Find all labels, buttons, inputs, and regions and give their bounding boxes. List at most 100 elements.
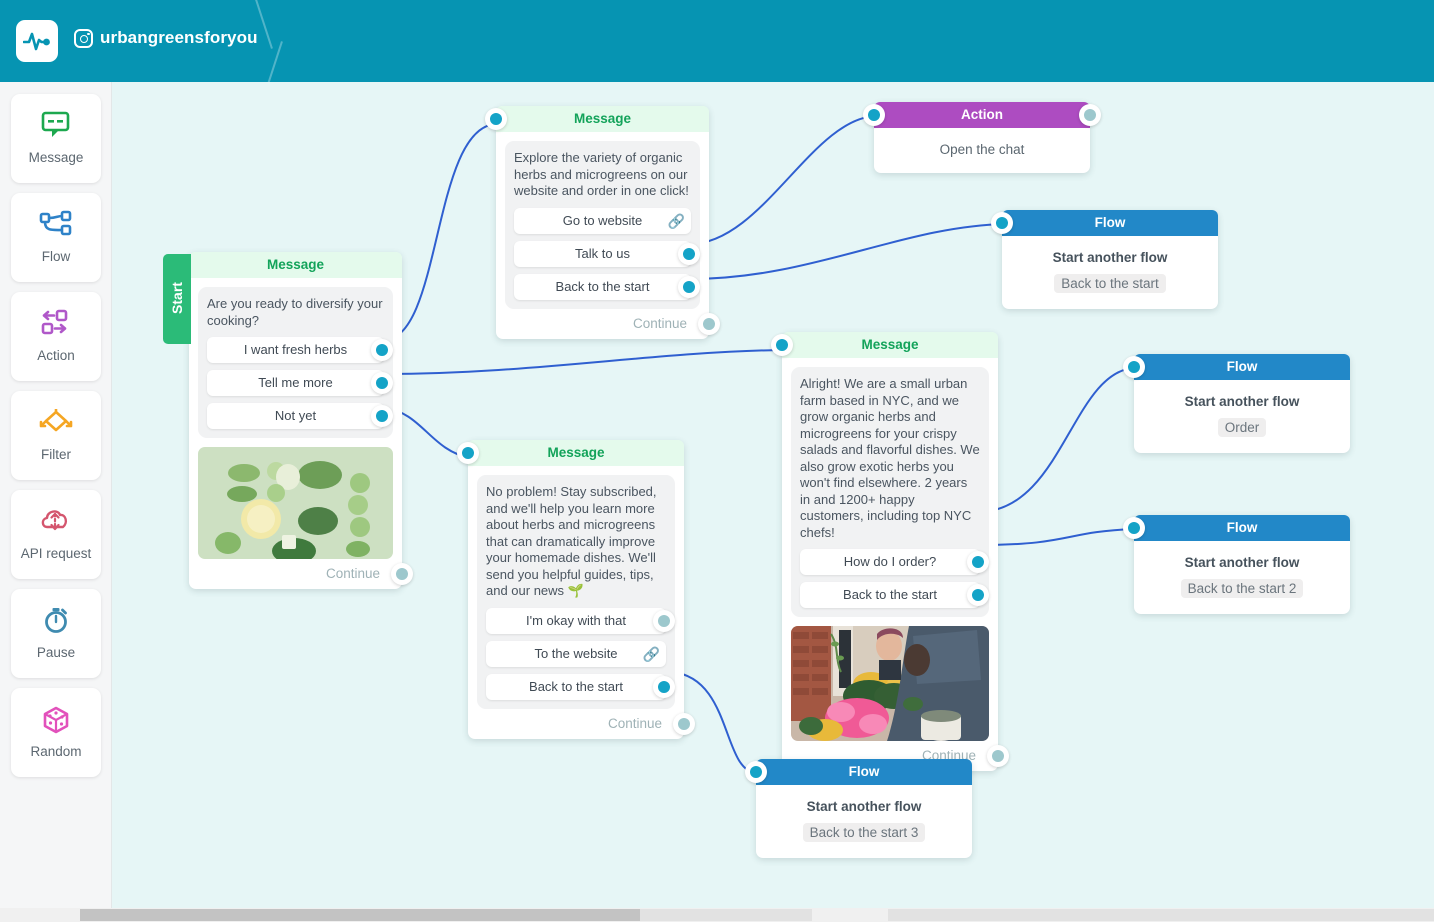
node-flow-back-to-start[interactable]: Flow Start another flow Back to the star… (991, 210, 1218, 309)
node-continue-row[interactable]: Continue (468, 709, 695, 739)
sidebar-item-label: Action (37, 348, 75, 363)
sidebar-item-label: Message (28, 150, 84, 165)
action-icon (11, 308, 101, 342)
sidebar-item-action[interactable]: Action (11, 292, 101, 381)
message-bubble: Alright! We are a small urban farm based… (791, 367, 989, 617)
quick-reply-button[interactable]: I want fresh herbs (207, 337, 393, 363)
quick-reply-button[interactable]: How do I order? (800, 549, 989, 575)
node-message-no-problem[interactable]: Message No problem! Stay subscribed, and… (457, 440, 695, 739)
instagram-dot (87, 32, 90, 35)
output-port[interactable] (678, 275, 700, 298)
quick-reply-button[interactable]: Not yet (207, 403, 393, 429)
output-port[interactable] (967, 584, 989, 606)
input-port[interactable] (991, 212, 1013, 234)
input-port[interactable] (745, 761, 767, 783)
pulse-logo-icon (23, 32, 50, 51)
output-port[interactable] (678, 242, 700, 265)
node-message-start[interactable]: Message Are you ready to diversify your … (189, 252, 413, 589)
scrollbar-track-segment[interactable] (888, 909, 1434, 921)
output-port[interactable] (371, 339, 393, 361)
sidebar-item-random[interactable]: Random (11, 688, 101, 777)
flow-target-chip[interactable]: Back to the start 3 (802, 823, 926, 842)
node-header: Message (189, 252, 402, 278)
sidebar-item-pause[interactable]: Pause (11, 589, 101, 678)
sidebar-item-filter[interactable]: Filter (11, 391, 101, 480)
sidebar-item-api-request[interactable]: API request (11, 490, 101, 579)
node-header: Flow (1002, 210, 1218, 236)
node-header: Message (496, 106, 709, 132)
start-tag: Start (163, 254, 191, 344)
input-port[interactable] (1123, 356, 1145, 378)
action-title: Open the chat (939, 142, 1025, 157)
wire-talkus-to-action (689, 115, 877, 245)
node-header: Message (468, 440, 684, 466)
node-body: Start another flow Back to the start 3 (756, 785, 972, 858)
pause-timer-icon (11, 605, 101, 639)
tool-sidebar: Message Flow Action Filter API request P… (0, 82, 112, 922)
continue-label: Continue (632, 315, 687, 331)
output-port[interactable] (371, 372, 393, 394)
scrollbar-thumb[interactable] (80, 909, 640, 921)
flow-target-chip[interactable]: Order (1217, 418, 1267, 437)
flow-target-chip[interactable]: Back to the start 2 (1180, 579, 1304, 598)
instagram-lens (79, 34, 88, 43)
output-port-continue[interactable] (987, 745, 1009, 767)
output-port[interactable] (1079, 104, 1101, 126)
flow-target-chip[interactable]: Back to the start (1054, 274, 1166, 293)
node-continue-row[interactable]: Continue (189, 559, 413, 589)
input-port[interactable] (1123, 517, 1145, 539)
quick-reply-label: Back to the start (555, 278, 650, 294)
quick-reply-button[interactable]: Talk to us (514, 240, 700, 267)
sidebar-item-message[interactable]: Message (11, 94, 101, 183)
start-tag-label: Start (169, 282, 185, 314)
quick-reply-button[interactable]: Go to website 🔗 (514, 207, 691, 234)
node-body: Start another flow Back to the start (1002, 236, 1218, 309)
quick-reply-button[interactable]: Tell me more (207, 370, 393, 396)
output-port[interactable] (967, 551, 989, 573)
node-flow-back-to-start-2[interactable]: Flow Start another flow Back to the star… (1123, 515, 1350, 614)
app-header: urbangreensforyou (0, 0, 1434, 82)
node-message-about[interactable]: Message Alright! We are a small urban fa… (771, 332, 1009, 771)
node-header: Flow (1134, 354, 1350, 380)
message-text: No problem! Stay subscribed, and we'll h… (486, 484, 661, 598)
output-port-continue[interactable] (673, 712, 695, 735)
horizontal-scrollbar[interactable] (0, 908, 1434, 922)
sidebar-item-label: Pause (36, 645, 76, 660)
node-action-open-chat[interactable]: Action Open the chat (863, 102, 1101, 173)
sidebar-item-flow[interactable]: Flow (11, 193, 101, 282)
app-logo[interactable] (16, 20, 58, 62)
output-port-continue[interactable] (698, 312, 720, 335)
input-port[interactable] (485, 108, 507, 130)
wire-backstart2-to-flow (977, 528, 1135, 546)
flow-title: Start another flow (1184, 555, 1300, 570)
quick-reply-button[interactable]: I'm okay with that (486, 607, 675, 634)
quick-reply-button[interactable]: To the website 🔗 (486, 640, 666, 667)
input-port[interactable] (771, 334, 793, 356)
input-port[interactable] (863, 104, 885, 126)
quick-reply-button[interactable]: Back to the start (514, 273, 700, 300)
node-flow-back-to-start-3[interactable]: Flow Start another flow Back to the star… (745, 759, 972, 858)
node-flow-order[interactable]: Flow Start another flow Order (1123, 354, 1350, 453)
quick-reply-label: I want fresh herbs (243, 342, 348, 357)
flow-title: Start another flow (1052, 250, 1168, 265)
scrollbar-track-segment[interactable] (640, 909, 812, 921)
node-header: Flow (756, 759, 972, 785)
node-continue-row[interactable]: Continue (496, 309, 720, 339)
output-port[interactable] (653, 609, 675, 632)
flow-canvas[interactable]: Start Message Are you ready to diversify… (112, 82, 1434, 922)
quick-reply-button[interactable]: Back to the start (800, 582, 989, 608)
message-bubble: Are you ready to diversify your cooking?… (198, 287, 393, 438)
input-port[interactable] (457, 442, 479, 464)
flow-title: Start another flow (1184, 394, 1300, 409)
sidebar-item-label: Filter (41, 447, 71, 462)
output-port[interactable] (653, 675, 675, 698)
message-bubble: Explore the variety of organic herbs and… (505, 141, 700, 309)
message-text: Are you ready to diversify your cooking? (207, 296, 387, 328)
quick-reply-button[interactable]: Back to the start (486, 673, 675, 700)
api-request-icon (11, 506, 101, 540)
output-port[interactable] (371, 405, 393, 427)
output-port-continue[interactable] (391, 563, 413, 585)
node-message-explore[interactable]: Message Explore the variety of organic h… (485, 106, 720, 339)
quick-reply-label: Back to the start (843, 587, 937, 602)
node-header: Flow (1134, 515, 1350, 541)
